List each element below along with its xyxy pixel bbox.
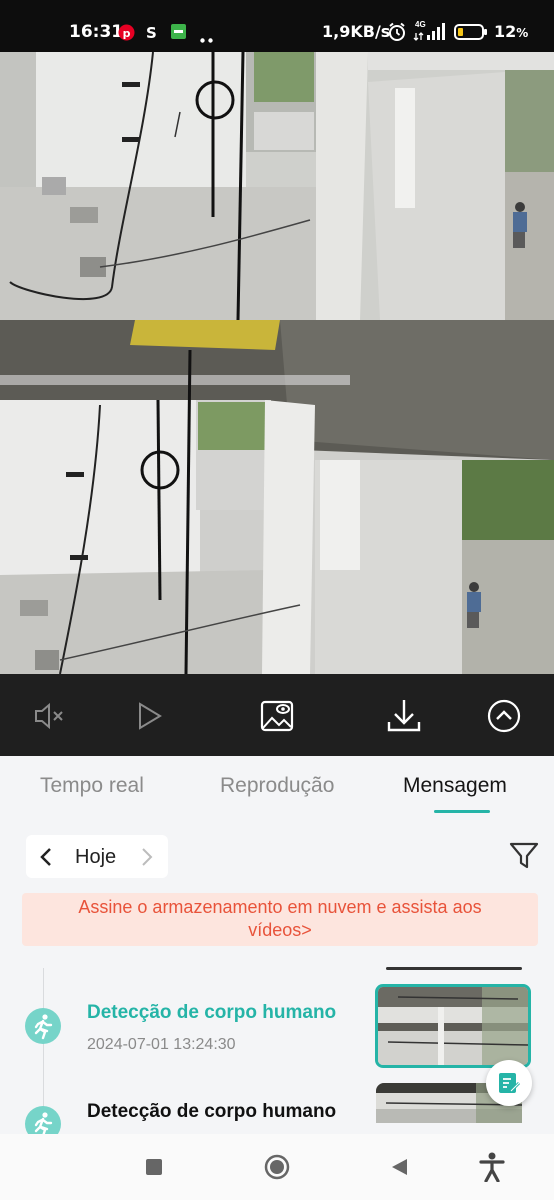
s-app-icon: S xyxy=(146,24,159,46)
tab-reproducao[interactable]: Reprodução xyxy=(220,774,334,798)
network-type: 4G xyxy=(415,20,426,29)
signal-icon: 4G xyxy=(413,20,449,47)
edit-note-button[interactable] xyxy=(486,1060,532,1106)
event-time: 2024-07-01 13:24:30 xyxy=(87,1036,236,1053)
date-selector: Hoje xyxy=(26,835,168,878)
chevron-left-icon[interactable] xyxy=(38,846,54,873)
green-app-icon xyxy=(171,24,186,44)
accessibility-icon[interactable] xyxy=(479,1152,505,1187)
network-speed: 1,9KB/s xyxy=(322,22,391,41)
chevron-right-icon[interactable] xyxy=(139,846,155,873)
event-title: Detecção de corpo humano xyxy=(87,1101,337,1122)
mute-icon[interactable] xyxy=(30,696,70,736)
banner-line-2: vídeos> xyxy=(248,920,312,940)
play-icon[interactable] xyxy=(130,696,170,736)
camera-feed-top[interactable] xyxy=(0,52,554,320)
pinterest-icon: p xyxy=(118,24,135,46)
edit-note-icon xyxy=(497,1071,521,1100)
collapse-up-icon[interactable] xyxy=(484,696,524,736)
alarm-icon xyxy=(387,22,407,47)
banner-line-1: Assine o armazenamento em nuvem e assist… xyxy=(78,897,482,917)
battery-percent: 12% xyxy=(494,22,529,41)
running-person-icon xyxy=(25,1008,61,1044)
system-nav-bar xyxy=(0,1134,554,1200)
tab-tempo-real[interactable]: Tempo real xyxy=(40,774,144,798)
recents-icon[interactable] xyxy=(145,1158,163,1181)
svg-text:p: p xyxy=(123,27,131,40)
svg-text:S: S xyxy=(146,24,157,41)
event-title: Detecção de corpo humano xyxy=(87,1002,337,1023)
tab-bar: Tempo real Reprodução Mensagem xyxy=(0,756,554,814)
battery-icon xyxy=(454,23,488,46)
status-time: 16:31 xyxy=(69,22,124,42)
date-label[interactable]: Hoje xyxy=(75,846,116,869)
home-icon[interactable] xyxy=(264,1154,290,1185)
cloud-storage-banner[interactable]: Assine o armazenamento em nuvem e assist… xyxy=(22,893,538,946)
snapshot-icon[interactable] xyxy=(257,696,297,736)
filter-icon[interactable] xyxy=(508,840,540,872)
active-tab-indicator xyxy=(434,810,490,813)
tab-mensagem[interactable]: Mensagem xyxy=(403,774,507,798)
back-icon[interactable] xyxy=(389,1157,409,1182)
camera-feed-bottom[interactable] xyxy=(0,320,554,674)
more-dots-icon xyxy=(200,30,214,48)
previous-thumbnail-edge xyxy=(386,967,522,970)
status-bar: 16:31 p S 1,9KB/s 4G 12% xyxy=(0,0,554,52)
event-thumbnail[interactable] xyxy=(375,984,531,1068)
download-icon[interactable] xyxy=(384,696,424,736)
camera-controls-bar xyxy=(0,674,554,756)
